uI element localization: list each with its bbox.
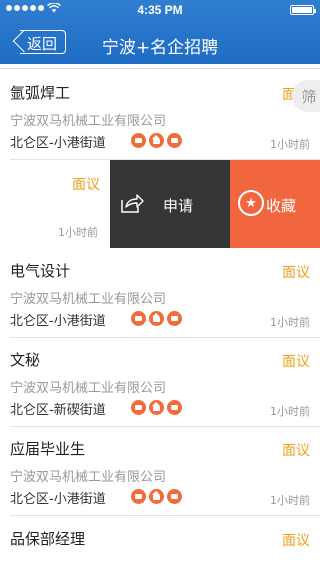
job-company: 宁波双马机械工业有限公司	[10, 292, 167, 307]
job-company: 宁波双马机械工业有限公司	[10, 470, 167, 485]
job-salary: 面议	[282, 533, 310, 549]
job-title: 品保部经理	[10, 530, 86, 548]
job-title: 电气设计	[10, 262, 71, 280]
meal-icon	[131, 489, 146, 504]
meal-icon	[131, 311, 146, 326]
shuttle-bus-icon	[167, 133, 182, 148]
job-salary: 面议	[282, 354, 310, 370]
job-salary: 面议	[282, 443, 310, 459]
status-time: 4:35 PM	[137, 3, 183, 17]
job-list-item[interactable]: 氩弧焊工 面议 宁波双马机械工业有限公司 北仑区-小港街道 1小时前	[0, 72, 320, 160]
job-title: 文秘	[10, 351, 41, 369]
job-company: 宁波双马机械工业有限公司	[10, 381, 167, 396]
job-location: 北仑区-小港街道	[10, 492, 106, 507]
benefit-badges	[131, 311, 182, 326]
housing-icon	[149, 311, 164, 326]
star-icon: ★	[238, 190, 264, 216]
job-title: 应届毕业生	[10, 440, 86, 458]
shuttle-bus-icon	[167, 311, 182, 326]
benefit-badges	[131, 400, 182, 415]
shuttle-bus-icon	[167, 489, 182, 504]
job-posted-time: 1小时前	[270, 138, 310, 151]
status-bar: 4:35 PM	[0, 0, 320, 20]
job-list-item[interactable]: 应届毕业生 面议 宁波双马机械工业有限公司 北仑区-小港街道 1小时前	[0, 428, 320, 516]
housing-icon	[149, 400, 164, 415]
shuttle-bus-icon	[167, 400, 182, 415]
apply-button[interactable]: 申请	[110, 160, 230, 248]
meal-icon	[131, 133, 146, 148]
benefit-badges	[131, 133, 182, 148]
job-salary: 面议	[282, 265, 310, 281]
job-location: 北仑区-小港街道	[10, 314, 106, 329]
job-salary: 面议	[72, 177, 100, 193]
share-apply-icon	[121, 194, 144, 213]
favorite-button[interactable]: ★ 收藏	[230, 160, 320, 248]
job-posted-time: 1小时前	[58, 226, 98, 239]
job-posted-time: 1小时前	[270, 316, 310, 329]
apply-label: 申请	[163, 197, 194, 215]
job-company: 宁波双马机械工业有限公司	[10, 114, 167, 129]
navigation-bar: 4:35 PM 返回 宁波+名企招聘	[0, 0, 320, 64]
job-location: 北仑区-新碶街道	[10, 403, 106, 418]
job-location: 北仑区-小港街道	[10, 136, 106, 151]
housing-icon	[149, 489, 164, 504]
job-list-item[interactable]: 电气设计 面议 宁波双马机械工业有限公司 北仑区-小港街道 1小时前	[0, 250, 320, 338]
benefit-badges	[131, 489, 182, 504]
divider	[0, 68, 320, 69]
battery-icon	[290, 5, 316, 15]
job-list-item[interactable]: 文秘 面议 宁波双马机械工业有限公司 北仑区-新碶街道 1小时前	[0, 339, 320, 427]
favorite-label: 收藏	[266, 197, 297, 215]
meal-icon	[131, 400, 146, 415]
job-posted-time: 1小时前	[270, 494, 310, 507]
job-posted-time: 1小时前	[270, 405, 310, 418]
job-title: 氩弧焊工	[10, 84, 71, 102]
page-title: 宁波+名企招聘	[101, 38, 219, 58]
housing-icon	[149, 133, 164, 148]
filter-tab[interactable]: 筛	[292, 80, 320, 112]
job-list-item[interactable]: 品保部经理 面议	[0, 518, 320, 568]
